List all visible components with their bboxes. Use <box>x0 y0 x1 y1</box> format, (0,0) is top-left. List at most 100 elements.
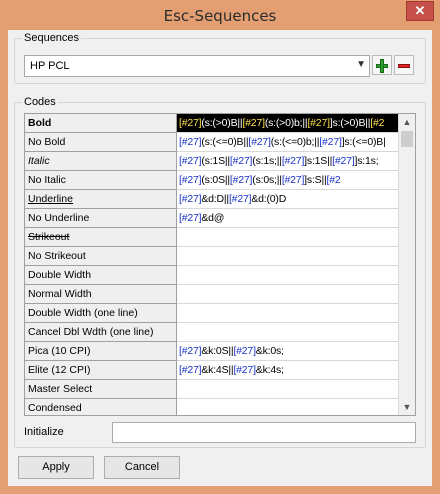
code-name-cell[interactable]: Elite (12 CPI) <box>25 361 177 380</box>
esc-sequences-window: Esc-Sequences ✕ Sequences HP PCL ▼ Codes… <box>0 0 440 494</box>
apply-button[interactable]: Apply <box>18 456 94 479</box>
code-name-cell[interactable]: Master Select <box>25 380 177 399</box>
code-value-cell[interactable]: [#27]&d:D||[#27]&d:(0)D <box>177 190 399 209</box>
scroll-up-icon[interactable]: ▲ <box>399 114 415 130</box>
code-value-cell[interactable] <box>177 323 399 342</box>
code-text: &k:4S|| <box>201 364 234 376</box>
code-text: (s:(<=0)b;|| <box>270 136 320 148</box>
code-value-cell[interactable] <box>177 304 399 323</box>
code-name-cell[interactable]: Strikeout <box>25 228 177 247</box>
code-name-cell[interactable]: Normal Width <box>25 285 177 304</box>
escape-token: [#27] <box>233 364 256 376</box>
chevron-down-icon: ▼ <box>356 59 366 70</box>
code-value-cell[interactable] <box>177 399 399 415</box>
escape-token: [#2 <box>370 117 385 129</box>
escape-token: [#2 <box>326 174 341 186</box>
escape-token: [#27] <box>229 155 253 167</box>
remove-sequence-button[interactable] <box>394 55 414 75</box>
codes-label: Codes <box>22 96 58 108</box>
code-text: (s:(>0)b;|| <box>264 117 308 129</box>
code-value-cell[interactable] <box>177 228 399 247</box>
sequences-label: Sequences <box>22 32 82 44</box>
code-text: ]s:(>0)B|| <box>329 117 371 129</box>
code-row[interactable]: Condensed <box>25 399 399 415</box>
escape-token: [#27] <box>179 174 202 186</box>
code-name-cell[interactable]: Double Width (one line) <box>25 304 177 323</box>
code-value-cell[interactable] <box>177 247 399 266</box>
code-row[interactable]: No Italic [#27](s:0S||[#27](s:0s;||[#27]]… <box>25 171 399 190</box>
escape-token: [#27] <box>307 117 330 129</box>
code-row[interactable]: Elite (12 CPI) [#27]&k:4S||[#27]&k:4s; <box>25 361 399 380</box>
code-row[interactable]: Double Width <box>25 266 399 285</box>
code-value-cell[interactable] <box>177 380 399 399</box>
code-name-cell[interactable]: Underline <box>25 190 177 209</box>
code-name-cell[interactable]: Bold <box>25 114 177 133</box>
code-text: ]s:S|| <box>304 174 327 186</box>
code-value-cell[interactable] <box>177 285 399 304</box>
code-name-cell[interactable]: Italic <box>25 152 177 171</box>
code-name-cell[interactable]: No Bold <box>25 133 177 152</box>
code-name-cell[interactable]: Double Width <box>25 266 177 285</box>
minus-icon <box>398 64 410 68</box>
escape-token: [#27] <box>179 155 202 167</box>
code-value-cell[interactable] <box>177 266 399 285</box>
title-bar[interactable]: Esc-Sequences ✕ <box>0 0 440 30</box>
code-text: &k:0s; <box>255 345 284 357</box>
escape-token: [#27] <box>179 193 202 205</box>
code-row[interactable]: No Strikeout <box>25 247 399 266</box>
code-value-cell[interactable]: [#27](s:1S||[#27](s:1s;||[#27]]s:1S||[#2… <box>177 152 399 171</box>
code-row[interactable]: No Bold [#27](s:(<=0)B||[#27](s:(<=0)b;||… <box>25 133 399 152</box>
code-value-cell[interactable]: [#27]&k:0S||[#27]&k:0s; <box>177 342 399 361</box>
code-value-cell[interactable]: [#27]&k:4S||[#27]&k:4s; <box>177 361 399 380</box>
escape-token: [#27] <box>228 193 252 205</box>
escape-token: [#27] <box>233 345 256 357</box>
code-text: ]s:1S|| <box>304 155 333 167</box>
plus-icon-vertical <box>380 59 384 73</box>
code-row[interactable]: Strikeout <box>25 228 399 247</box>
scroll-down-icon[interactable]: ▼ <box>399 399 415 415</box>
code-value-cell[interactable]: [#27](s:(<=0)B||[#27](s:(<=0)b;||[#27]]s… <box>177 133 399 152</box>
scroll-thumb[interactable] <box>401 131 413 147</box>
code-text: &k:0S|| <box>201 345 234 357</box>
code-row[interactable]: No Underline [#27]&d@ <box>25 209 399 228</box>
code-value-cell[interactable]: [#27](s:(>0)B||[#27](s:(>0)b;||[#27]]s:(… <box>177 114 399 133</box>
window-title: Esc-Sequences <box>163 7 277 25</box>
code-row[interactable]: Underline [#27]&d:D||[#27]&d:(0)D <box>25 190 399 209</box>
close-button[interactable]: ✕ <box>406 1 434 21</box>
code-name-cell[interactable]: No Italic <box>25 171 177 190</box>
code-row[interactable]: Pica (10 CPI) [#27]&k:0S||[#27]&k:0s; <box>25 342 399 361</box>
code-name-cell[interactable]: No Strikeout <box>25 247 177 266</box>
code-text: (s:0s;|| <box>252 174 282 186</box>
escape-token: [#27] <box>242 117 265 129</box>
code-name-cell[interactable]: No Underline <box>25 209 177 228</box>
escape-token: [#27] <box>281 174 305 186</box>
code-row[interactable]: Double Width (one line) <box>25 304 399 323</box>
code-text: &d:(0)D <box>251 193 287 205</box>
code-text: (s:(<=0)B|| <box>201 136 249 148</box>
code-text: (s:1S|| <box>201 155 230 167</box>
sequence-select[interactable]: HP PCL ▼ <box>24 55 370 77</box>
dialog-body: Sequences HP PCL ▼ Codes Bold [#27](s:(>0… <box>8 30 432 486</box>
code-row[interactable]: Italic [#27](s:1S||[#27](s:1s;||[#27]]s:1… <box>25 152 399 171</box>
code-name-cell[interactable]: Cancel Dbl Wdth (one line) <box>25 323 177 342</box>
vertical-scrollbar[interactable]: ▲ ▼ <box>398 114 415 415</box>
escape-token: [#27] <box>179 117 202 129</box>
code-name-cell[interactable]: Pica (10 CPI) <box>25 342 177 361</box>
code-row[interactable]: Cancel Dbl Wdth (one line) <box>25 323 399 342</box>
escape-token: [#27] <box>248 136 271 148</box>
code-row[interactable]: Master Select <box>25 380 399 399</box>
code-text: &d:D|| <box>201 193 229 205</box>
escape-token: [#27] <box>332 155 355 167</box>
code-row[interactable]: Bold [#27](s:(>0)B||[#27](s:(>0)b;||[#27]… <box>25 114 399 133</box>
escape-token: [#27] <box>179 136 202 148</box>
initialize-label: Initialize <box>24 426 64 438</box>
codes-grid[interactable]: Bold [#27](s:(>0)B||[#27](s:(>0)b;||[#27]… <box>24 113 416 416</box>
code-row[interactable]: Normal Width <box>25 285 399 304</box>
code-value-cell[interactable]: [#27]&d@ <box>177 209 399 228</box>
code-value-cell[interactable]: [#27](s:0S||[#27](s:0s;||[#27]]s:S||[#2 <box>177 171 399 190</box>
initialize-input[interactable] <box>112 422 416 443</box>
code-text: ]s:1s; <box>354 155 379 167</box>
cancel-button[interactable]: Cancel <box>104 456 180 479</box>
code-name-cell[interactable]: Condensed <box>25 399 177 415</box>
add-sequence-button[interactable] <box>372 55 392 75</box>
